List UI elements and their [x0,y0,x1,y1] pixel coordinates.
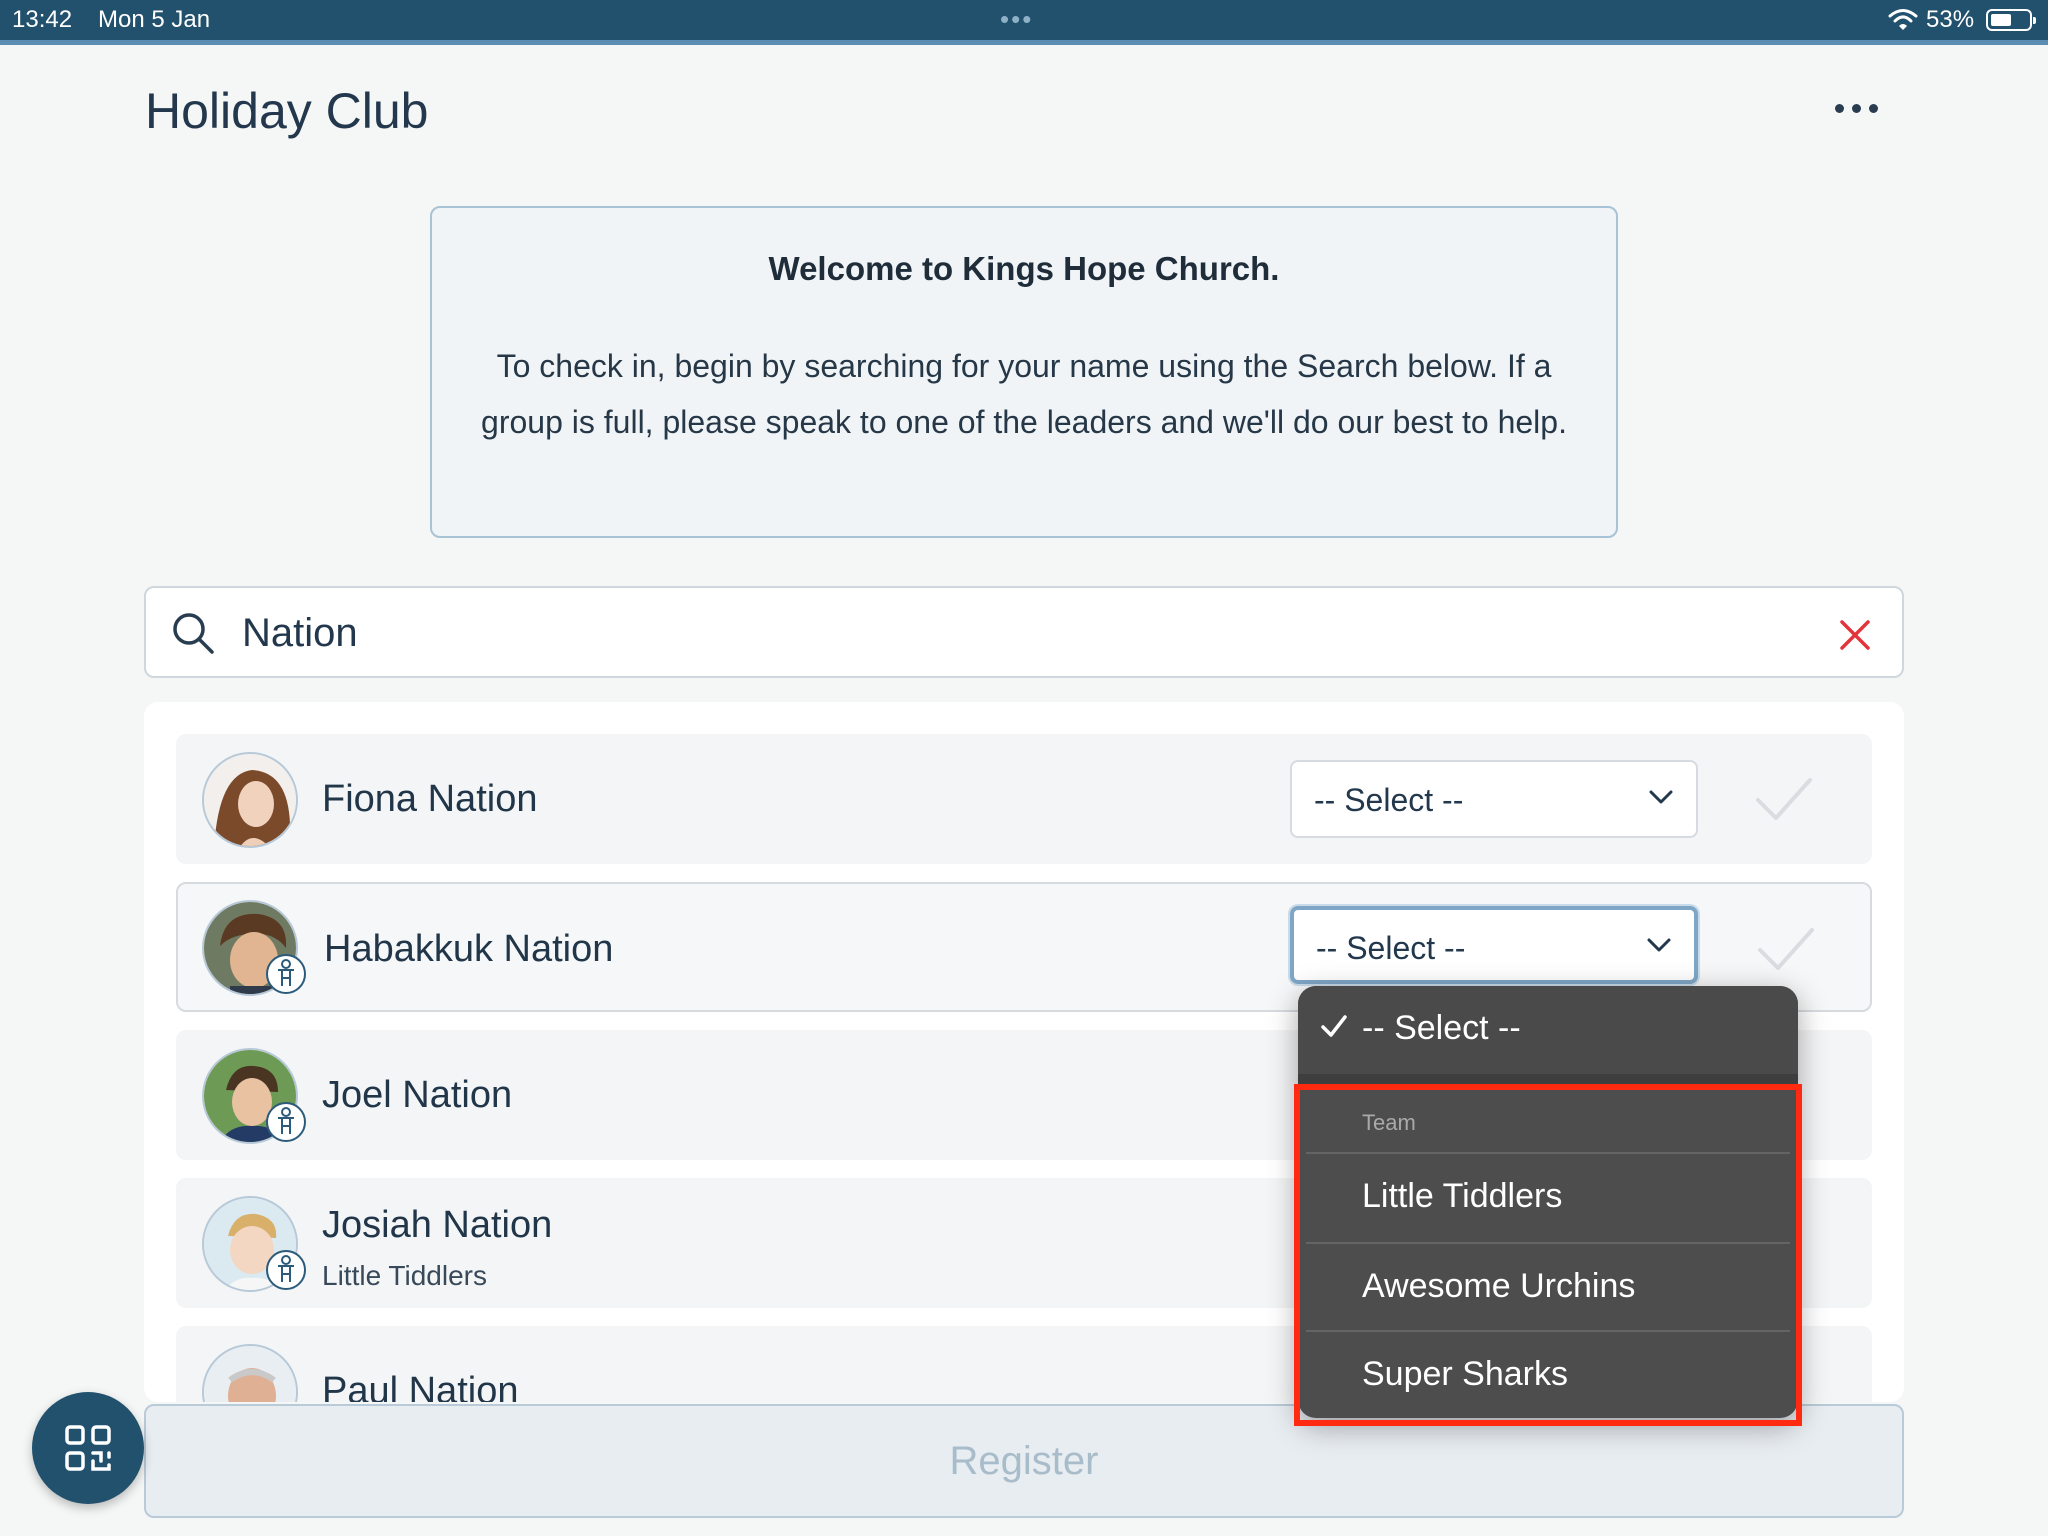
search-icon [173,613,214,654]
checkmark-icon [1321,1015,1347,1037]
child-icon [266,1250,306,1290]
more-icon [1834,103,1844,113]
avatar [202,752,298,848]
search-bar [144,586,1904,678]
battery-icon [1986,9,2036,31]
dropdown-option-selected[interactable]: -- Select -- [1298,986,1798,1074]
qr-code-icon [65,1425,111,1471]
status-bar: 13:42 Mon 5 Jan ••• 53% [0,0,2048,40]
welcome-panel: Welcome to Kings Hope Church. To check i… [430,206,1618,538]
multitasking-dots-icon[interactable]: ••• [1000,4,1033,35]
checkmark-icon [1758,928,1814,970]
status-time: 13:42 [12,6,73,33]
more-options-button[interactable] [1820,88,1892,128]
person-name: Joel Nation [322,1074,513,1116]
search-input[interactable] [242,602,1742,664]
person-name: Paul Nation [322,1370,519,1402]
chevron-down-icon [1647,938,1671,952]
clear-search-button[interactable] [1830,610,1880,660]
highlight-annotation [1294,1084,1802,1426]
status-stripe [0,40,2048,45]
battery-percentage: 53% [1926,6,1975,33]
checkmark-icon [1756,778,1812,820]
check-in-button[interactable] [1754,774,1814,824]
team-select-value: -- Select -- [1314,782,1464,818]
child-icon [266,954,306,994]
person-name: Fiona Nation [322,778,538,820]
dropdown-option-label: -- Select -- [1362,1009,1521,1047]
welcome-heading: Welcome to Kings Hope Church. [768,250,1280,287]
person-name: Josiah Nation [322,1204,553,1246]
wifi-icon [1888,9,1918,30]
status-date: Mon 5 Jan [98,6,211,33]
chevron-down-icon [1649,790,1673,804]
page-title: Holiday Club [145,83,429,139]
avatar [202,1344,298,1402]
qr-scan-button[interactable] [32,1392,144,1504]
check-in-button[interactable] [1756,924,1816,974]
team-select-value: -- Select -- [1316,930,1466,966]
team-select[interactable]: -- Select -- [1290,760,1698,838]
person-name: Habakkuk Nation [324,928,614,970]
list-item[interactable]: Fiona Nation -- Select -- [176,734,1872,864]
close-icon [1840,620,1870,650]
welcome-body: To check in, begin by searching for your… [481,348,1567,440]
child-icon [266,1102,306,1142]
person-group: Little Tiddlers [322,1260,487,1291]
team-select[interactable]: -- Select -- [1290,906,1698,984]
